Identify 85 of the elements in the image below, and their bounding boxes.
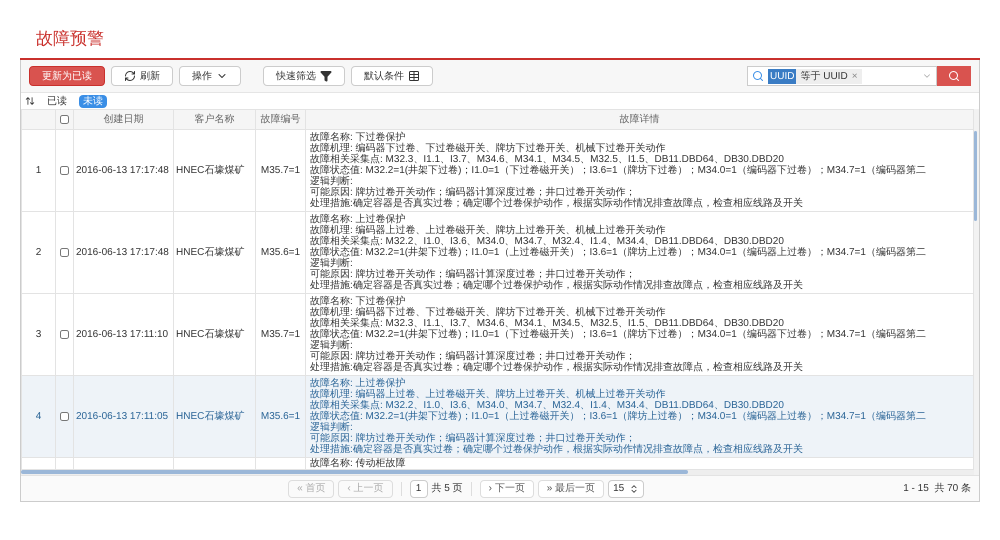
column-header: 故障编号 [260,114,300,125]
detail-line: 故障名称: 下过卷保护 [310,132,406,143]
table-cell: M35.6=1 [260,247,300,258]
table-cell: HNEC石壕煤矿 [176,411,244,422]
detail-line: 故障状态值: M32.2=1(井架下过卷)；I1.0=1（上过卷磁开关）；I3.6=1（牌坊上过卷）；M34.0=1（编码器上过卷）；M34.7=1（编码器第二 [310,411,926,422]
pager-button[interactable]: › 下一页 [480,480,534,498]
row-checkbox[interactable] [60,166,69,175]
row-number: 3 [36,329,42,340]
detail-cell[interactable] [306,376,974,458]
vertical-scrollbar[interactable] [974,131,977,221]
detail-line: 逻辑判断: [310,176,353,187]
detail-line: 故障状态值: M32.2=1(井架下过卷)；I1.0=1（下过卷磁开关）；I3.6=1（牌坊下过卷）；M34.0=1（编码器下过卷）；M34.7=1（编码器第二 [310,329,926,340]
detail-line: 故障机理: 编码器上过卷、上过卷磁开关、牌坊上过卷开关、机械上过卷开关动作 [310,225,666,236]
detail-line: 故障机理: 编码器下过卷、下过卷磁开关、牌坊下过卷开关、机械下过卷开关动作 [310,307,666,318]
detail-line: 故障相关采集点: M32.3、I1.1、I3.7、M34.6、M34.1、M34.5、M32.5、I1.5、DB11.DBD64、DB30.DBD20 [310,154,784,165]
toolbar-button[interactable]: 刷新 [111,66,173,86]
table-cell: M35.7=1 [260,329,300,340]
toolbar-button[interactable]: 操作 [179,66,241,86]
detail-cell[interactable] [306,212,974,294]
detail-line: 故障状态值: M32.2=1(井架下过卷)；I1.0=1（上过卷磁开关）；I3.6=1（牌坊上过卷）；M34.0=1（编码器上过卷）；M34.7=1（编码器第二 [310,247,926,258]
toolbar-button[interactable]: 更新为已读 [29,66,105,86]
detail-line: 处理措施:确定容器是否真实过卷；确定哪个过卷保护动作，根据实际动作情况排查故障点，检查相应线路及开关 [310,280,803,291]
table-cell: HNEC石壕煤矿 [176,165,244,176]
detail-line: 可能原因: 牌坊过卷开关动作；编码器计算深度过卷；井口过卷开关动作； [310,433,636,444]
tag-text: 等于 UUID [800,70,848,84]
sort-icon [25,96,35,106]
column-header: 客户名称 [194,114,234,125]
table-cell: M35.6=1 [260,411,300,422]
row-checkbox[interactable] [60,248,69,257]
row-number: 1 [36,165,42,176]
total-pages: 共 5 页 [432,482,463,496]
column-header: 创建日期 [104,114,144,125]
toolbar-button[interactable]: 默认条件 [351,66,433,86]
detail-line: 故障机理: 编码器下过卷、下过卷磁开关、牌坊下过卷开关、机械下过卷开关动作 [310,143,666,154]
search-field[interactable]: UUID 等于 UUID × [747,66,937,86]
detail-line: 故障名称: 传动柜故障 [310,458,406,469]
detail-line: 故障名称: 上过卷保护 [310,378,406,389]
detail-line: 故障相关采集点: M32.2、I1.0、I3.6、M34.0、M34.7、M32.4、I1.4、M34.4、DB11.DBD64、DB30.DBD20 [310,236,784,247]
detail-line: 逻辑判断: [310,422,353,433]
table-cell: HNEC石壕煤矿 [176,247,244,258]
read-filter-tab[interactable]: 已读 [43,94,71,108]
detail-line: 故障名称: 上过卷保护 [310,214,406,225]
select-all-checkbox[interactable] [60,114,69,124]
table-cell: 2016-06-13 17:17:48 [76,247,169,258]
table-cell: M35.7=1 [260,165,300,176]
row-number: 2 [36,247,42,258]
detail-cell[interactable]: 故障名称: 传动柜故障 [306,458,974,470]
detail-cell[interactable] [306,130,974,212]
search-icon [948,70,960,82]
table-icon [408,70,420,82]
updown-icon [629,484,640,494]
detail-line: 可能原因: 牌坊过卷开关动作；编码器计算深度过卷；井口过卷开关动作； [310,269,636,280]
tag-key: UUID [768,68,796,84]
page-input[interactable]: 1 [410,480,428,498]
table-cell: HNEC石壕煤矿 [176,329,244,340]
table-cell: 2016-06-13 17:11:05 [76,411,168,422]
detail-line: 处理措施:确定容器是否真实过卷；确定哪个过卷保护动作，根据实际动作情况排查故障点，检查相应线路及开关 [310,362,803,373]
row-checkbox[interactable] [60,412,69,421]
detail-line: 逻辑判断: [310,340,353,351]
table-cell: 2016-06-13 17:11:10 [76,329,168,340]
detail-line: 处理措施:确定容器是否真实过卷；确定哪个过卷保护动作，根据实际动作情况排查故障点，检查相应线路及开关 [310,198,803,209]
refresh-icon [124,70,136,82]
horizontal-scrollbar[interactable] [21,470,688,474]
detail-line: 故障相关采集点: M32.2、I1.0、I3.6、M34.0、M34.7、M32.4、I1.4、M34.4、DB11.DBD64、DB30.DBD20 [310,400,784,411]
detail-cell[interactable] [306,294,974,376]
search-button[interactable] [937,66,971,86]
detail-line: 可能原因: 牌坊过卷开关动作；编码器计算深度过卷；井口过卷开关动作； [310,351,636,362]
row-number: 4 [36,411,42,422]
detail-line: 故障相关采集点: M32.3、I1.1、I3.7、M34.6、M34.1、M34.5、M32.5、I1.5、DB11.DBD64、DB30.DBD20 [310,318,784,329]
search-icon [752,70,764,82]
detail-line: 故障机理: 编码器上过卷、上过卷磁开关、牌坊上过卷开关、机械上过卷开关动作 [310,389,666,400]
row-checkbox[interactable] [60,330,69,339]
column-header: 故障详情 [620,114,660,125]
detail-line: 可能原因: 牌坊过卷开关动作；编码器计算深度过卷；井口过卷开关动作； [310,187,636,198]
record-summary: 1 - 15 共 70 条 [903,482,971,496]
detail-line: 故障状态值: M32.2=1(井架下过卷)；I1.0=1（下过卷磁开关）；I3.6=1（牌坊下过卷）；M34.0=1（编码器下过卷）；M34.7=1（编码器第二 [310,165,926,176]
toolbar-button[interactable]: 快速筛选 [263,66,345,86]
table-cell: 2016-06-13 17:17:48 [76,165,169,176]
page-title: 故障预警 [36,28,105,50]
detail-line: 逻辑判断: [310,258,353,269]
detail-line: 处理措施:确定容器是否真实过卷；确定哪个过卷保护动作，根据实际动作情况排查故障点，检查相应线路及开关 [310,444,803,455]
detail-line: 故障名称: 下过卷保护 [310,296,406,307]
page-size-select[interactable]: 15 [608,480,644,498]
filter-icon [320,70,332,82]
pager-button[interactable]: » 最后一页 [538,480,604,498]
